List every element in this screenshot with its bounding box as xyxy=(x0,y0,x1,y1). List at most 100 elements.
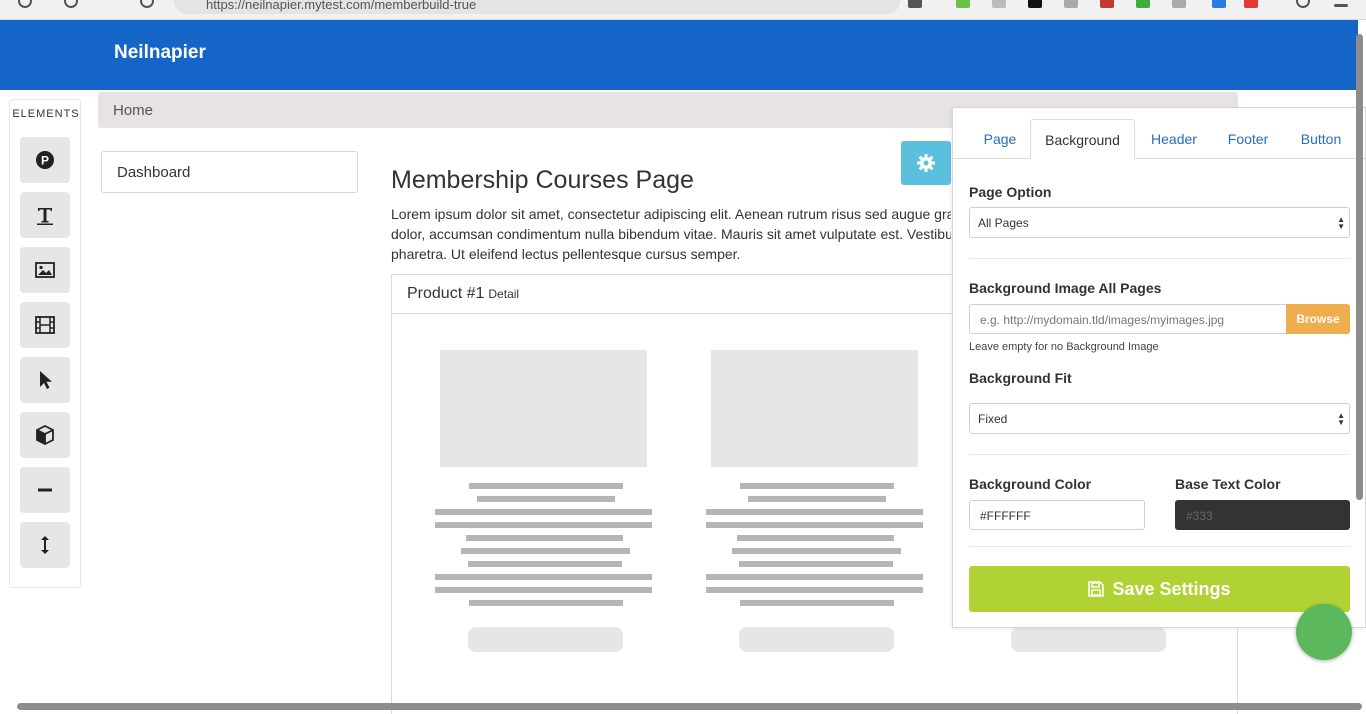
extension-icon[interactable] xyxy=(908,0,922,8)
divider xyxy=(969,546,1350,547)
text-color-value: #333 xyxy=(1186,509,1213,523)
account-icon[interactable] xyxy=(1296,0,1310,8)
description-line: dolor, accumsan condimentum nulla bibend… xyxy=(391,226,951,242)
page-settings-button[interactable] xyxy=(901,141,951,185)
settings-tabs: Page Background Header Footer Button xyxy=(953,119,1365,159)
element-divider-button[interactable] xyxy=(20,467,70,513)
paragraph-icon: P xyxy=(36,151,54,169)
breadcrumb-home[interactable]: Home xyxy=(113,102,153,119)
tab-button[interactable]: Button xyxy=(1289,119,1353,159)
window-icon[interactable] xyxy=(18,0,32,8)
site-header: Neilnapier xyxy=(0,20,1358,90)
element-paragraph-button[interactable]: P xyxy=(20,137,70,183)
tab-header[interactable]: Header xyxy=(1139,119,1209,159)
placeholder-line xyxy=(468,561,622,567)
bg-fit-select[interactable]: Fixed ▲ ▼ xyxy=(969,403,1350,434)
divider xyxy=(969,454,1350,455)
elements-title: ELEMENTS xyxy=(12,108,80,120)
tab-footer[interactable]: Footer xyxy=(1215,119,1281,159)
placeholder-line xyxy=(732,548,901,554)
bg-color-input[interactable]: #FFFFFF xyxy=(969,500,1145,530)
text-color-input[interactable]: #333 xyxy=(1175,500,1350,530)
placeholder-line xyxy=(469,483,623,489)
placeholder-line xyxy=(748,496,886,502)
cube-icon xyxy=(36,424,54,446)
reload-icon[interactable] xyxy=(140,0,154,8)
tab-background[interactable]: Background xyxy=(1030,119,1135,159)
vertical-scrollbar[interactable] xyxy=(1356,34,1363,500)
placeholder-line xyxy=(706,509,923,515)
element-spacer-button[interactable] xyxy=(20,522,70,568)
extension-icon[interactable] xyxy=(956,0,970,8)
placeholder-button xyxy=(468,627,623,652)
extension-icon[interactable] xyxy=(1028,0,1042,8)
bg-fit-label: Background Fit xyxy=(969,370,1072,386)
page-option-label: Page Option xyxy=(969,184,1052,200)
extension-icon[interactable] xyxy=(1064,0,1078,8)
image-icon xyxy=(35,262,55,278)
divider xyxy=(969,258,1350,259)
video-icon xyxy=(35,316,55,334)
extension-icon[interactable] xyxy=(1172,0,1186,8)
description-line: pharetra. Ut eleifend lectus pellentesqu… xyxy=(391,246,741,262)
tab-page[interactable]: Page xyxy=(971,119,1029,159)
bg-fit-value: Fixed xyxy=(978,412,1008,426)
select-arrows-icon: ▲ ▼ xyxy=(1337,215,1345,231)
placeholder-line xyxy=(435,587,652,593)
spacer-icon xyxy=(41,536,49,554)
element-text-button[interactable] xyxy=(20,192,70,238)
placeholder-line xyxy=(461,548,630,554)
extension-icon[interactable] xyxy=(1212,0,1226,8)
placeholder-line xyxy=(706,587,923,593)
gear-icon xyxy=(917,154,935,172)
placeholder-line xyxy=(740,483,894,489)
text-icon xyxy=(37,208,53,225)
page-title: Membership Courses Page xyxy=(391,166,694,194)
placeholder-line xyxy=(739,561,893,567)
pointer-icon xyxy=(40,371,52,389)
text-color-label: Base Text Color xyxy=(1175,476,1281,492)
browser-toolbar: https://neilnapier.mytest.com/memberbuil… xyxy=(0,0,1366,20)
save-settings-button[interactable]: Save Settings xyxy=(969,566,1350,612)
placeholder-line xyxy=(435,509,652,515)
settings-panel: Page Background Header Footer Button Pag… xyxy=(952,107,1366,628)
element-cube-button[interactable] xyxy=(20,412,70,458)
placeholder-line xyxy=(737,535,894,541)
floppy-icon xyxy=(1088,581,1105,597)
floating-save-button[interactable] xyxy=(1296,604,1352,660)
product-title: Product #1 Detail xyxy=(407,285,519,303)
extension-icon[interactable] xyxy=(992,0,1006,8)
svg-text:P: P xyxy=(41,154,49,168)
placeholder-line xyxy=(435,522,652,528)
placeholder-line xyxy=(477,496,615,502)
browse-button[interactable]: Browse xyxy=(1286,304,1350,334)
description-line: Lorem ipsum dolor sit amet, consectetur … xyxy=(391,206,951,222)
product-detail-link[interactable]: Detail xyxy=(488,287,519,301)
placeholder-button xyxy=(1011,627,1166,652)
placeholder-image xyxy=(711,350,918,467)
bg-image-label: Background Image All Pages xyxy=(969,280,1162,296)
extension-icon[interactable] xyxy=(1136,0,1150,8)
product-name: Product #1 xyxy=(407,285,485,302)
address-bar[interactable]: https://neilnapier.mytest.com/memberbuil… xyxy=(174,0,900,14)
divider-icon xyxy=(38,488,52,492)
element-pointer-button[interactable] xyxy=(20,357,70,403)
back-icon[interactable] xyxy=(64,0,78,8)
placeholder-line xyxy=(740,600,894,606)
element-image-button[interactable] xyxy=(20,247,70,293)
extension-icon[interactable] xyxy=(1100,0,1114,8)
bg-color-label: Background Color xyxy=(969,476,1092,492)
placeholder-image xyxy=(440,350,647,467)
address-bar-url: https://neilnapier.mytest.com/memberbuil… xyxy=(206,0,477,12)
element-video-button[interactable] xyxy=(20,302,70,348)
horizontal-scrollbar[interactable] xyxy=(17,703,1362,710)
placeholder-line xyxy=(706,574,923,580)
placeholder-line xyxy=(435,574,652,580)
brand-name[interactable]: Neilnapier xyxy=(114,42,206,64)
bg-image-input[interactable]: e.g. http://mydomain.tld/images/myimages… xyxy=(969,304,1287,334)
sidebar-item-dashboard[interactable]: Dashboard xyxy=(101,151,358,193)
page-option-select[interactable]: All Pages ▲ ▼ xyxy=(969,207,1350,238)
extension-icon[interactable] xyxy=(1244,0,1258,8)
menu-icon[interactable] xyxy=(1334,4,1348,7)
bg-color-value: #FFFFFF xyxy=(980,509,1031,523)
